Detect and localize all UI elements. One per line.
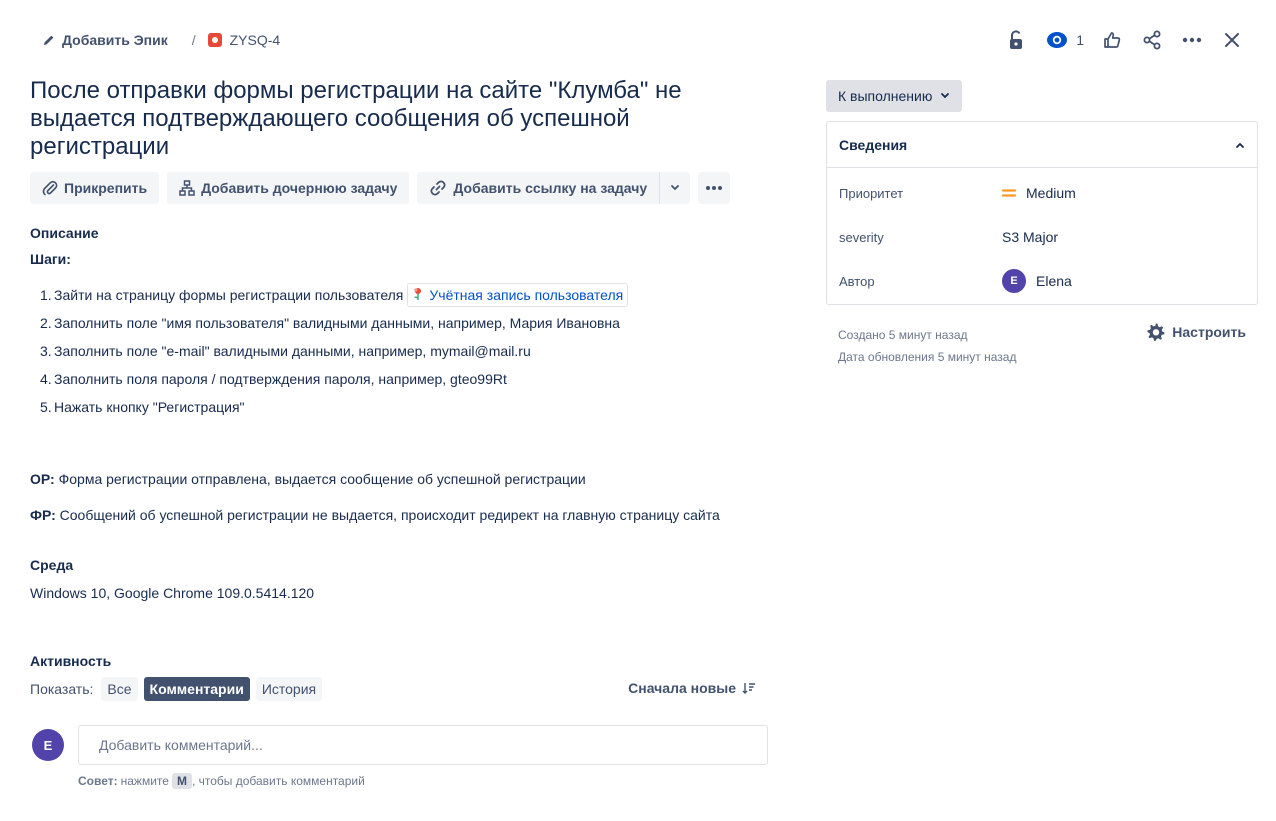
priority-field[interactable]: Приоритет Medium	[839, 179, 1249, 207]
activity-filter-bar: Показать: Все Комментарии История	[30, 677, 323, 701]
steps-heading: Шаги:	[30, 251, 71, 267]
author-name: Elena	[1036, 273, 1072, 289]
description-section: Описание Шаги: 1. Зайти на страницу форм…	[30, 225, 770, 421]
tip-prefix: Совет:	[78, 774, 118, 788]
link-issue-button[interactable]: Добавить ссылку на задачу	[417, 172, 660, 204]
updated-time: Дата обновления 5 минут назад	[838, 350, 1017, 364]
severity-value: S3 Major	[1002, 229, 1059, 245]
gear-icon	[1146, 322, 1166, 342]
add-epic-button[interactable]: Добавить Эпик	[42, 32, 168, 48]
link-issue-dropdown[interactable]	[659, 172, 691, 204]
avatar[interactable]: E	[32, 729, 64, 761]
description-heading: Описание	[30, 225, 99, 241]
filter-all[interactable]: Все	[101, 677, 138, 701]
attach-label: Прикрепить	[64, 180, 148, 196]
chevron-up-icon	[1235, 141, 1245, 149]
list-item: 1. Зайти на страницу формы регистрации п…	[40, 281, 770, 309]
bug-icon	[207, 33, 222, 47]
share-button[interactable]	[1136, 26, 1168, 54]
thumbs-up-icon	[1103, 31, 1121, 49]
vote-button[interactable]	[1096, 26, 1128, 54]
actual-result: ФР: Сообщений об успешной регистрации не…	[30, 507, 720, 523]
list-item: 4. Заполнить поля пароля / подтверждения…	[40, 371, 507, 387]
more-icon	[705, 185, 723, 191]
status-label: К выполнению	[838, 88, 933, 104]
severity-label: severity	[839, 229, 884, 245]
comment-input[interactable]	[78, 725, 768, 765]
priority-medium-icon	[1002, 187, 1016, 199]
add-epic-label: Добавить Эпик	[62, 32, 168, 48]
link-issue-label: Добавить ссылку на задачу	[453, 180, 648, 196]
created-time: Создано 5 минут назад	[838, 328, 968, 342]
priority-value: Medium	[1026, 185, 1076, 201]
details-header[interactable]: Сведения	[827, 122, 1257, 168]
chevron-down-icon	[940, 92, 950, 100]
sort-icon	[742, 681, 756, 695]
more-actions-button[interactable]	[1176, 26, 1208, 54]
issue-key-link[interactable]: ZYSQ-4	[207, 32, 281, 48]
attach-button[interactable]: Прикрепить	[30, 172, 160, 204]
share-icon	[1142, 30, 1162, 50]
details-panel: Сведения Приоритет Medium severity S3 Ma…	[826, 121, 1258, 305]
watch-count: 1	[1076, 32, 1084, 48]
unlock-icon	[1008, 30, 1024, 50]
more-issue-actions-button[interactable]	[698, 172, 731, 204]
expected-result: ОР: Форма регистрации отправлена, выдает…	[30, 471, 586, 487]
filter-history[interactable]: История	[255, 677, 323, 701]
paperclip-icon	[42, 180, 58, 196]
add-child-issue-button[interactable]: Добавить дочернюю задачу	[167, 172, 410, 204]
list-item: 3. Заполнить поле "e-mail" валидными дан…	[40, 343, 531, 359]
comment-tip: Совет: нажмите M , чтобы добавить коммен…	[78, 773, 365, 789]
close-icon	[1224, 32, 1240, 48]
add-child-label: Добавить дочернюю задачу	[201, 180, 398, 196]
sort-label: Сначала новые	[628, 680, 736, 696]
status-dropdown[interactable]: К выполнению	[826, 80, 963, 112]
avatar: E	[1002, 269, 1026, 293]
breadcrumb: Добавить Эпик / ZYSQ-4	[42, 30, 280, 50]
hierarchy-icon	[179, 180, 195, 196]
pencil-icon	[42, 33, 56, 47]
issue-title[interactable]: После отправки формы регистрации на сайт…	[30, 77, 730, 161]
shortcut-key: M	[171, 773, 192, 789]
environment-value[interactable]: Windows 10, Google Chrome 109.0.5414.120	[30, 585, 314, 601]
show-label: Показать:	[30, 681, 94, 697]
list-item: 2. Заполнить поле "имя пользователя" вал…	[40, 315, 620, 331]
eye-icon	[1046, 31, 1068, 49]
details-heading: Сведения	[839, 136, 908, 153]
smart-link-user-account[interactable]: Учётная запись пользователя	[407, 283, 629, 307]
restrictions-button[interactable]	[1000, 26, 1032, 54]
close-button[interactable]	[1216, 26, 1248, 54]
author-label: Автор	[839, 273, 875, 289]
link-icon	[429, 179, 447, 197]
breadcrumb-separator: /	[191, 32, 196, 48]
list-item: 5. Нажать кнопку "Регистрация"	[40, 399, 245, 415]
environment-heading: Среда	[30, 557, 74, 573]
severity-field[interactable]: severity S3 Major	[839, 223, 1249, 251]
configure-label: Настроить	[1172, 324, 1246, 340]
steps-list: 1. Зайти на страницу формы регистрации п…	[30, 281, 770, 421]
issue-action-bar: Прикрепить Добавить дочернюю задачу Доба…	[30, 172, 731, 204]
watch-button[interactable]: 1	[1046, 31, 1084, 49]
author-field[interactable]: Автор E Elena	[839, 267, 1249, 295]
issue-timestamps: Создано 5 минут назад Дата обновления 5 …	[838, 324, 1016, 368]
link-issue-split-button: Добавить ссылку на задачу	[417, 172, 691, 204]
sort-button[interactable]: Сначала новые	[628, 680, 756, 696]
issue-key: ZYSQ-4	[229, 32, 281, 48]
flower-icon	[412, 287, 424, 304]
configure-button[interactable]: Настроить	[1146, 322, 1246, 342]
more-icon	[1182, 37, 1202, 43]
chevron-down-icon	[670, 184, 680, 192]
priority-label: Приоритет	[839, 185, 904, 201]
header-actions: 1	[992, 26, 1248, 54]
filter-comments[interactable]: Комментарии	[143, 677, 250, 701]
activity-heading: Активность	[30, 653, 112, 669]
